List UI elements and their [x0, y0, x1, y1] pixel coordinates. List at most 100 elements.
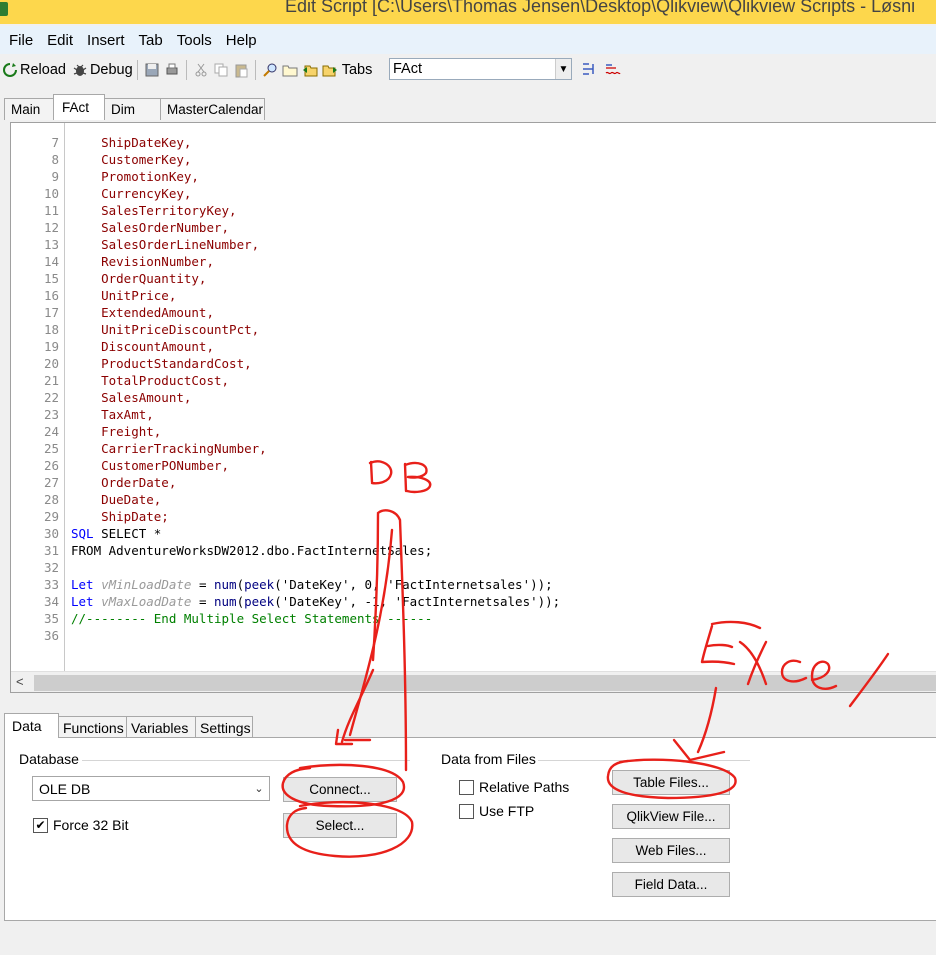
code-line[interactable]: 10 CurrencyKey, — [11, 185, 936, 202]
line-number: 30 — [43, 526, 59, 541]
code-line[interactable]: 13 SalesOrderLineNumber, — [11, 236, 936, 253]
line-number: 7 — [51, 135, 59, 150]
folder-forward-icon[interactable] — [322, 62, 338, 78]
find-icon[interactable] — [262, 62, 278, 78]
code-line[interactable]: 27 OrderDate, — [11, 474, 936, 491]
tab-variables[interactable]: Variables — [126, 716, 196, 738]
force32-row[interactable]: ✔ Force 32 Bit — [33, 817, 128, 833]
connect-button[interactable]: Connect... — [283, 777, 397, 802]
database-select[interactable]: OLE DB ⌄ — [32, 776, 270, 801]
line-number: 34 — [43, 594, 59, 609]
tab-outline-icon[interactable] — [581, 61, 599, 77]
tab-fact[interactable]: FAct — [53, 94, 105, 120]
force32-label: Force 32 Bit — [53, 817, 129, 833]
debug-icon — [73, 64, 87, 76]
code-line[interactable]: 33 Let vMinLoadDate = num(peek('DateKey',… — [11, 576, 936, 593]
menu-insert[interactable]: Insert — [80, 32, 132, 49]
code-text: ExtendedAmount, — [59, 304, 214, 321]
code-line[interactable]: 22 SalesAmount, — [11, 389, 936, 406]
code-line[interactable]: 31 FROM AdventureWorksDW2012.dbo.FactInte… — [11, 542, 936, 559]
database-group-line — [82, 760, 410, 761]
code-token: SalesTerritoryKey, — [71, 203, 237, 218]
code-line[interactable]: 16 UnitPrice, — [11, 287, 936, 304]
bottom-tab-strip: Data Functions Variables Settings — [4, 713, 253, 738]
code-token: OrderDate, — [71, 475, 177, 490]
horizontal-scrollbar[interactable]: < — [11, 671, 936, 692]
web-files-button[interactable]: Web Files... — [612, 838, 730, 863]
code-token: num — [214, 577, 237, 592]
print-icon[interactable] — [164, 62, 180, 78]
code-line[interactable]: 7 ShipDateKey, — [11, 134, 936, 151]
code-line[interactable]: 18 UnitPriceDiscountPct, — [11, 321, 936, 338]
save-icon[interactable] — [144, 62, 160, 78]
code-line[interactable]: 26 CustomerPONumber, — [11, 457, 936, 474]
force32-checkbox[interactable]: ✔ — [33, 817, 48, 833]
code-line[interactable]: 23 TaxAmt, — [11, 406, 936, 423]
qlikview-file-button[interactable]: QlikView File... — [612, 804, 730, 829]
tab-main[interactable]: Main — [4, 98, 54, 120]
tab-functions[interactable]: Functions — [58, 716, 127, 738]
use-ftp-row[interactable]: Use FTP — [459, 803, 534, 819]
code-text: CustomerPONumber, — [59, 457, 229, 474]
cut-icon[interactable] — [193, 62, 209, 78]
menu-help[interactable]: Help — [219, 32, 264, 49]
menu-file[interactable]: File — [2, 32, 40, 49]
tab-dim[interactable]: Dim — [104, 98, 161, 120]
code-line[interactable]: 36 — [11, 627, 936, 644]
code-line[interactable]: 19 DiscountAmount, — [11, 338, 936, 355]
tab-settings[interactable]: Settings — [195, 716, 253, 738]
menu-tools[interactable]: Tools — [170, 32, 219, 49]
code-token: //-------- End Multiple Select Statement… — [71, 611, 433, 626]
open-folder-icon[interactable] — [282, 62, 298, 78]
menu-edit[interactable]: Edit — [40, 32, 80, 49]
code-token: SalesOrderLineNumber, — [71, 237, 260, 252]
code-line[interactable]: 21 TotalProductCost, — [11, 372, 936, 389]
code-line[interactable]: 8 CustomerKey, — [11, 151, 936, 168]
code-token: peek — [244, 577, 275, 592]
scroll-left-icon[interactable]: < — [16, 674, 24, 689]
line-number: 17 — [43, 305, 59, 320]
use-ftp-checkbox[interactable] — [459, 803, 474, 819]
script-editor[interactable]: 7 ShipDateKey, 8 CustomerKey, 9 PromotionK… — [10, 122, 936, 693]
code-line[interactable]: 14 RevisionNumber, — [11, 253, 936, 270]
select-button[interactable]: Select... — [283, 813, 397, 838]
code-line[interactable]: 11 SalesTerritoryKey, — [11, 202, 936, 219]
code-token: RevisionNumber, — [71, 254, 214, 269]
code-line[interactable]: 30 SQL SELECT * — [11, 525, 936, 542]
code-area[interactable]: 7 ShipDateKey, 8 CustomerKey, 9 PromotionK… — [11, 134, 936, 644]
code-line[interactable]: 35 //-------- End Multiple Select Stateme… — [11, 610, 936, 627]
title-bar: Edit Script [C:\Users\Thomas Jensen\Desk… — [0, 0, 936, 24]
code-line[interactable]: 17 ExtendedAmount, — [11, 304, 936, 321]
folder-back-icon[interactable] — [302, 62, 318, 78]
menu-tab[interactable]: Tab — [132, 32, 170, 49]
relative-paths-row[interactable]: Relative Paths — [459, 779, 569, 795]
code-line[interactable]: 25 CarrierTrackingNumber, — [11, 440, 936, 457]
debug-button[interactable]: Debug — [70, 59, 133, 81]
tab-data[interactable]: Data — [4, 713, 59, 738]
code-line[interactable]: 28 DueDate, — [11, 491, 936, 508]
line-number: 18 — [43, 322, 59, 337]
code-line[interactable]: 32 — [11, 559, 936, 576]
toolbar-separator — [136, 60, 138, 80]
code-line[interactable]: 9 PromotionKey, — [11, 168, 936, 185]
code-token: CurrencyKey, — [71, 186, 192, 201]
syntax-check-icon[interactable] — [604, 61, 622, 77]
table-files-button[interactable]: Table Files... — [612, 770, 730, 795]
line-number: 31 — [43, 543, 59, 558]
field-data-button[interactable]: Field Data... — [612, 872, 730, 897]
code-line[interactable]: 15 OrderQuantity, — [11, 270, 936, 287]
paste-icon[interactable] — [233, 62, 249, 78]
code-line[interactable]: 24 Freight, — [11, 423, 936, 440]
code-line[interactable]: 34 Let vMaxLoadDate = num(peek('DateKey',… — [11, 593, 936, 610]
code-token: SalesOrderNumber, — [71, 220, 230, 235]
code-line[interactable]: 29 ShipDate; — [11, 508, 936, 525]
code-line[interactable]: 12 SalesOrderNumber, — [11, 219, 936, 236]
tab-select-dropdown[interactable]: FAct ▼ — [389, 58, 572, 80]
code-line[interactable]: 20 ProductStandardCost, — [11, 355, 936, 372]
dropdown-arrow-icon[interactable]: ▼ — [555, 59, 571, 79]
scrollbar-thumb[interactable] — [34, 675, 936, 691]
copy-icon[interactable] — [213, 62, 229, 78]
tab-mastercalendar[interactable]: MasterCalendar — [160, 98, 265, 120]
relative-paths-checkbox[interactable] — [459, 779, 474, 795]
reload-button[interactable]: Reload — [0, 59, 66, 81]
